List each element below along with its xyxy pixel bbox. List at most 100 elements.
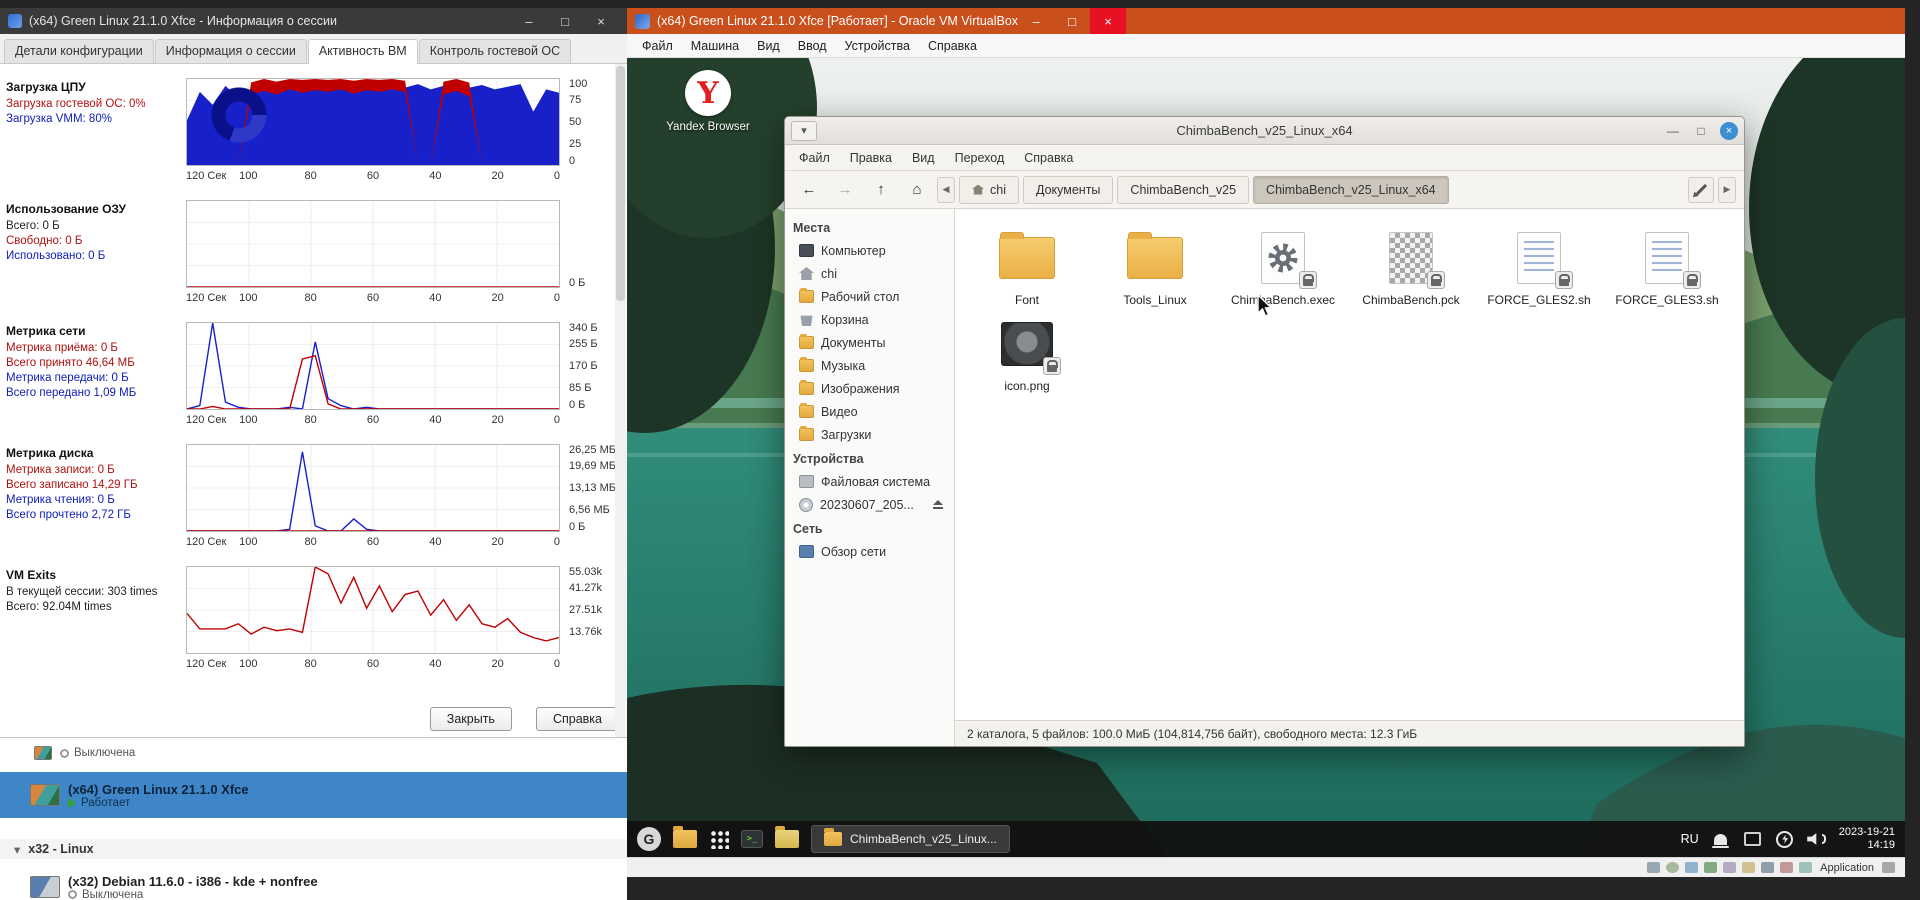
vertical-scrollbar[interactable] (615, 64, 626, 737)
file-item-force-gles3[interactable]: FORCE_GLES3.sh (1603, 229, 1731, 307)
menu-file[interactable]: Файл (633, 39, 682, 53)
breadcrumb-home[interactable]: chi (959, 175, 1019, 204)
close-button[interactable]: × (1090, 8, 1127, 34)
sidebar-item-trash[interactable]: Корзина (785, 308, 954, 331)
vm-window-titlebar[interactable]: (x64) Green Linux 21.1.0 Xfce [Работает]… (627, 8, 1905, 34)
menu-input[interactable]: Ввод (789, 39, 836, 53)
menu-go[interactable]: Переход (945, 151, 1015, 165)
power-manager-icon[interactable] (1775, 829, 1795, 849)
tab-session-info[interactable]: Информация о сессии (154, 39, 307, 63)
menu-help[interactable]: Справка (919, 39, 986, 53)
app-launcher-g-icon[interactable]: G (637, 827, 661, 851)
sidebar-item-music[interactable]: Музыка (785, 354, 954, 377)
disk-written-total-label: Всего записано 14,29 ГБ (6, 479, 138, 491)
features-status-icon[interactable] (1799, 862, 1813, 873)
menu-edit[interactable]: Правка (840, 151, 902, 165)
breadcrumb-chimbabench-v25[interactable]: ChimbaBench_v25 (1117, 175, 1250, 204)
volume-icon[interactable] (1807, 829, 1827, 849)
sidebar-item-optical-disc[interactable]: 20230607_205... (785, 493, 954, 516)
vm-row-debian[interactable]: (x32) Debian 11.6.0 - i386 - kde + nonfr… (0, 866, 627, 900)
app-grid-icon[interactable] (709, 829, 729, 849)
folder-launcher-icon[interactable] (673, 826, 697, 848)
sidebar-item-home[interactable]: chi (785, 262, 954, 285)
file-manager-launcher-icon[interactable] (775, 826, 799, 848)
terminal-launcher-icon[interactable]: >_ (741, 830, 763, 848)
back-button[interactable]: ← (793, 176, 825, 204)
tab-config-details[interactable]: Детали конфигурации (4, 39, 154, 63)
file-manager-titlebar[interactable]: ▾ ChimbaBench_v25_Linux_x64 — □ × (785, 117, 1744, 145)
sidebar-item-videos[interactable]: Видео (785, 400, 954, 423)
virtualbox-icon (635, 13, 650, 29)
vm-row-partial[interactable]: Выключена (0, 742, 627, 764)
tab-guest-control[interactable]: Контроль гостевой ОС (418, 39, 572, 63)
lock-emblem-icon (1043, 357, 1061, 375)
network-status-icon[interactable] (1704, 862, 1718, 873)
display-settings-icon[interactable] (1743, 829, 1763, 849)
close-button[interactable]: × (583, 8, 619, 34)
crumbs-scroll-right-button[interactable]: ▶ (1718, 176, 1736, 203)
taskbar-window-button[interactable]: ChimbaBench_v25_Linux... (811, 825, 1010, 853)
eject-icon[interactable] (932, 499, 944, 510)
menu-help[interactable]: Справка (1014, 151, 1083, 165)
crumbs-scroll-left-button[interactable]: ◀ (937, 176, 955, 203)
sidebar-item-network-browse[interactable]: Обзор сети (785, 540, 954, 563)
vm-group-header[interactable]: ▾ x32 - Linux (0, 839, 627, 859)
scrollbar-thumb[interactable] (616, 66, 625, 301)
audio-status-icon[interactable] (1685, 862, 1699, 873)
breadcrumb-current[interactable]: ChimbaBench_v25_Linux_x64 (1253, 175, 1449, 204)
hard-disk-status-icon[interactable] (1647, 862, 1661, 873)
menu-machine[interactable]: Машина (682, 39, 748, 53)
mouse-integration-status-icon[interactable] (1882, 862, 1895, 873)
menu-devices[interactable]: Устройства (836, 39, 919, 53)
sidebar-item-filesystem[interactable]: Файловая система (785, 470, 954, 493)
vm-window-title: (x64) Green Linux 21.1.0 Xfce [Работает]… (657, 14, 1019, 28)
forward-button[interactable]: → (829, 176, 861, 204)
cpu-guest-load-label: Загрузка гостевой ОС: 0% (6, 98, 146, 110)
sidebar-item-documents[interactable]: Документы (785, 331, 954, 354)
recording-status-icon[interactable] (1780, 862, 1794, 873)
vmexits-chart-xticks: 120 Сек 100 80 60 40 20 0 (186, 658, 560, 670)
window-menu-button[interactable]: ▾ (791, 120, 817, 141)
notifications-bell-icon[interactable] (1711, 829, 1731, 849)
help-button[interactable]: Справка (535, 707, 619, 731)
chevron-down-icon[interactable]: ▾ (14, 842, 20, 857)
minimize-button[interactable]: – (511, 8, 547, 34)
optical-disk-status-icon[interactable] (1666, 862, 1680, 873)
vm-row-selected[interactable]: (x64) Green Linux 21.1.0 Xfce Работает (0, 772, 627, 818)
keyboard-layout-indicator[interactable]: RU (1681, 832, 1699, 846)
minimize-button[interactable]: — (1664, 124, 1682, 138)
file-item-font[interactable]: Font (963, 229, 1091, 307)
up-button[interactable]: ↑ (865, 176, 897, 204)
maximize-button[interactable]: □ (547, 8, 583, 34)
ram-chart-section: Использование ОЗУ Всего: 0 Б Свободно: 0… (0, 200, 627, 312)
file-manager-menubar: Файл Правка Вид Переход Справка (785, 145, 1744, 171)
menu-file[interactable]: Файл (789, 151, 840, 165)
menu-view[interactable]: Вид (748, 39, 789, 53)
sidebar-item-computer[interactable]: Компьютер (785, 239, 954, 262)
file-item-force-gles2[interactable]: FORCE_GLES2.sh (1475, 229, 1603, 307)
maximize-button[interactable]: □ (1054, 8, 1090, 34)
menu-view[interactable]: Вид (902, 151, 945, 165)
breadcrumb-documents[interactable]: Документы (1022, 175, 1114, 204)
desktop-icon-yandex-browser[interactable]: Y Yandex Browser (655, 70, 761, 133)
sidebar-item-pictures[interactable]: Изображения (785, 377, 954, 400)
tab-vm-activity[interactable]: Активность ВМ (307, 39, 418, 64)
minimize-button[interactable]: – (1018, 8, 1054, 34)
file-manager-title: ChimbaBench_v25_Linux_x64 (1176, 123, 1353, 138)
file-item-chimbabench-pck[interactable]: ChimbaBench.pck (1347, 229, 1475, 307)
clock[interactable]: 2023-19-21 14:19 (1839, 826, 1895, 852)
home-button[interactable]: ⌂ (901, 176, 933, 204)
toggle-location-edit-button[interactable] (1688, 176, 1714, 203)
shared-folders-status-icon[interactable] (1742, 862, 1756, 873)
close-dialog-button[interactable]: Закрыть (429, 707, 512, 731)
file-item-icon-png[interactable]: icon.png (963, 315, 1091, 393)
maximize-button[interactable]: □ (1692, 124, 1710, 138)
sidebar-item-desktop[interactable]: Рабочий стол (785, 285, 954, 308)
sidebar-item-downloads[interactable]: Загрузки (785, 423, 954, 446)
usb-status-icon[interactable] (1723, 862, 1737, 873)
display-status-icon[interactable] (1761, 862, 1775, 873)
file-item-tools-linux[interactable]: Tools_Linux (1091, 229, 1219, 307)
file-item-chimbabench-exec[interactable]: ChimbaBench.exec (1219, 229, 1347, 307)
close-button[interactable]: × (1720, 121, 1738, 140)
session-window-titlebar[interactable]: (x64) Green Linux 21.1.0 Xfce - Информац… (0, 8, 627, 34)
